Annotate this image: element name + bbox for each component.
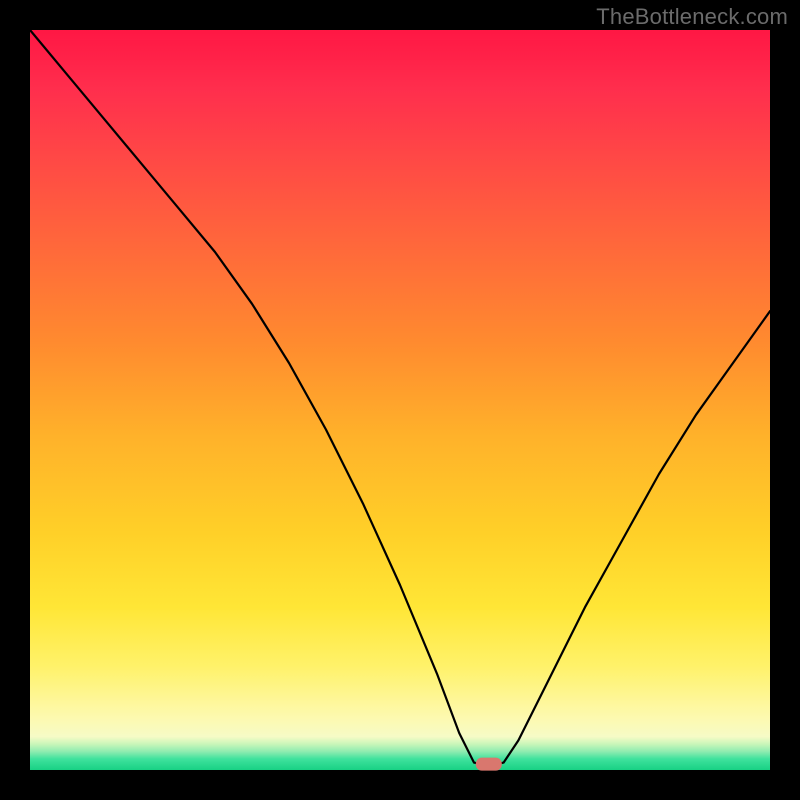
chart-overlay	[30, 30, 770, 770]
watermark-text: TheBottleneck.com	[596, 4, 788, 30]
bottleneck-curve	[30, 30, 770, 766]
optimum-marker	[476, 758, 502, 771]
chart-frame: TheBottleneck.com	[0, 0, 800, 800]
